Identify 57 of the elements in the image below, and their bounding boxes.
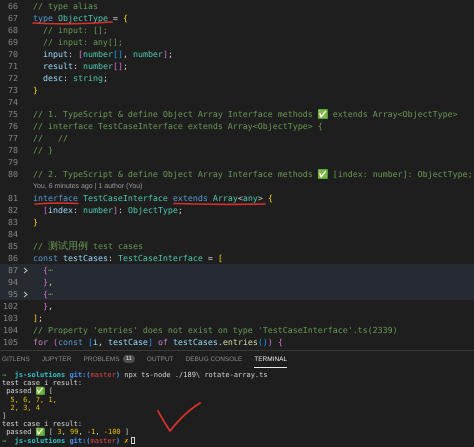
line-number: 73 (7, 85, 18, 95)
line-number: 103 (2, 313, 18, 323)
line-number: 80 (7, 169, 18, 179)
line-number: 67 (7, 13, 18, 23)
code-line: }, (42, 277, 53, 287)
code-line: // // (33, 133, 68, 143)
code-line: // } (33, 145, 53, 155)
line-number: 76 (7, 121, 18, 131)
code-line: }, (42, 301, 53, 311)
line-number: 105 (2, 337, 18, 347)
code-line: {⋯ (42, 265, 53, 275)
code-line: const testCases: TestCaseInterface = [ (33, 253, 223, 263)
code-line: desc: string; (42, 73, 108, 83)
line-number: 72 (7, 73, 18, 83)
line-number: 79 (7, 157, 18, 167)
line-number: 66 (7, 1, 18, 11)
line-number: 84 (7, 229, 18, 239)
code-line: // interface TestCaseInterface extends Array<ObjectType> { (33, 121, 323, 131)
code-line: } (33, 217, 38, 227)
check-mark-drawing (157, 402, 201, 432)
code-line: // type alias (33, 1, 98, 11)
code-line: result: number[]; (42, 61, 128, 71)
line-number: 83 (7, 217, 18, 227)
line-number: 95 (7, 289, 18, 299)
code-line: // 1. TypeScript & define Object Array Interface methods ✅ extends Array<ObjectType> (33, 109, 458, 119)
line-number: 74 (7, 97, 18, 107)
code-line: [index: number]: ObjectType; (42, 205, 183, 215)
line-number: 86 (7, 253, 18, 263)
code-line: // input: []; (42, 25, 108, 35)
line-number: 78 (7, 145, 18, 155)
chevron-icon[interactable] (23, 290, 28, 298)
code-line: for (const [i, testCase] of testCases.entries()) { (33, 337, 283, 347)
line-number: 82 (7, 205, 18, 215)
line-number: 102 (2, 301, 18, 311)
line-number: 71 (7, 61, 18, 71)
code-line: ]; (33, 313, 43, 323)
line-number: 104 (2, 325, 18, 335)
code-line: type ObjectType = { (33, 13, 128, 23)
code-line: // Property 'entries' does not exist on type 'TestCaseInterface'.ts(2339) (33, 325, 398, 335)
code-line: {⋯ (42, 289, 53, 299)
chevron-icon[interactable] (23, 266, 28, 274)
code-line: interface TestCaseInterface extends Array<any> { (33, 193, 273, 203)
line-number: 94 (7, 277, 18, 287)
code-line: // 2. TypeScript & define Object Array Interface methods ✅ [index: number]: ObjectType; (33, 169, 473, 179)
line-number: 77 (7, 133, 18, 143)
code-line: // input: any[]; (42, 37, 123, 47)
line-number: 87 (7, 265, 18, 275)
code-line: } (33, 85, 38, 95)
line-number: 81 (7, 193, 18, 203)
line-number: 69 (7, 37, 18, 47)
line-number: 70 (7, 49, 18, 59)
line-number: 85 (7, 241, 18, 251)
line-number: 75 (7, 109, 18, 119)
line-number: 68 (7, 25, 18, 35)
underline-mark (34, 202, 79, 205)
code-line: input: [number[], number]; (42, 49, 173, 59)
code-line: // 测试用例 test cases (33, 240, 143, 253)
